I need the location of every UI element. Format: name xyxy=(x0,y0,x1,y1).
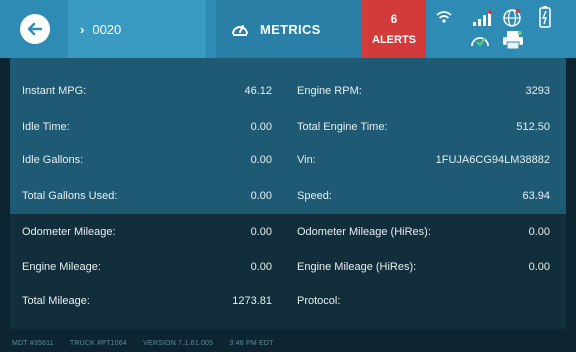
truck-number: TRUCK #PT1064 xyxy=(69,340,127,347)
signal-icon xyxy=(473,10,492,26)
tab-metrics[interactable]: METRICS xyxy=(216,0,362,58)
metric-value: 0.00 xyxy=(250,261,272,273)
metric-value: 0.00 xyxy=(250,190,272,202)
printer-icon xyxy=(503,31,523,50)
metric-row: Idle Time: 0.00 Total Engine Time: 512.5… xyxy=(22,121,550,141)
metric-value: 1273.81 xyxy=(232,295,272,307)
clock-time: 3:46 PM EDT xyxy=(229,340,274,347)
metric-value: 3293 xyxy=(525,85,550,97)
metric-label: Engine RPM: xyxy=(297,85,362,97)
globe-icon xyxy=(503,9,521,27)
metric-row: Odometer Mileage: 0.00 Odometer Mileage … xyxy=(22,226,550,246)
unit-label: 0020 xyxy=(92,21,122,37)
gauge-check-icon xyxy=(471,37,489,47)
chevron-right-icon: › xyxy=(80,21,85,37)
metric-label: Total Gallons Used: xyxy=(22,190,118,202)
metric-label: Instant MPG: xyxy=(22,85,87,97)
version-text: VERSION 7.1.61.005 xyxy=(143,340,214,347)
metric-value: 0.00 xyxy=(250,154,272,166)
back-button[interactable] xyxy=(20,14,50,44)
alerts-button[interactable]: 6 ALERTS xyxy=(362,0,426,58)
metric-label: Speed: xyxy=(297,190,332,202)
top-bar: › 0020 METRICS 6 ALERTS xyxy=(0,0,576,58)
status-footer: MDT #35611 TRUCK #PT1064 VERSION 7.1.61.… xyxy=(12,340,288,347)
wifi-icon xyxy=(436,11,452,23)
metric-label: Protocol: xyxy=(297,295,341,307)
metric-value: 1FUJA6CG94LM38882 xyxy=(435,154,550,166)
metric-value: 0.00 xyxy=(528,261,550,273)
metric-value: 0.00 xyxy=(250,121,272,133)
alerts-count: 6 xyxy=(390,12,398,26)
metric-row: Total Gallons Used: 0.00 Speed: 63.94 xyxy=(22,190,550,210)
metric-label: Vin: xyxy=(297,154,316,166)
metric-label: Odometer Mileage (HiRes): xyxy=(297,226,431,238)
arrow-left-icon xyxy=(27,22,43,36)
alerts-label: ALERTS xyxy=(372,34,416,46)
metric-row: Total Mileage: 1273.81 Protocol: xyxy=(22,295,550,315)
battery-icon xyxy=(539,6,551,28)
status-icons xyxy=(426,0,576,58)
metric-label: Idle Time: xyxy=(22,121,70,133)
metric-label: Total Mileage: xyxy=(22,295,90,307)
metric-value: 0.00 xyxy=(528,226,550,238)
metric-value: 0.00 xyxy=(250,226,272,238)
metric-label: Engine Mileage (HiRes): xyxy=(297,261,417,273)
gauge-icon xyxy=(232,25,248,36)
metric-label: Idle Gallons: xyxy=(22,154,84,166)
metric-label: Engine Mileage: xyxy=(22,261,101,273)
metric-value: 46.12 xyxy=(244,85,272,97)
unit-selector[interactable]: › 0020 xyxy=(68,0,206,58)
metric-label: Odometer Mileage: xyxy=(22,226,116,238)
metric-row: Instant MPG: 46.12 Engine RPM: 3293 xyxy=(22,85,550,105)
metric-row: Engine Mileage: 0.00 Engine Mileage (HiR… xyxy=(22,261,550,281)
metrics-label: METRICS xyxy=(260,21,321,37)
mdt-number: MDT #35611 xyxy=(12,340,54,347)
metric-label: Total Engine Time: xyxy=(297,121,388,133)
metric-row: Idle Gallons: 0.00 Vin: 1FUJA6CG94LM3888… xyxy=(22,154,550,174)
metric-value: 512.50 xyxy=(516,121,550,133)
metric-value: 63.94 xyxy=(522,190,550,202)
